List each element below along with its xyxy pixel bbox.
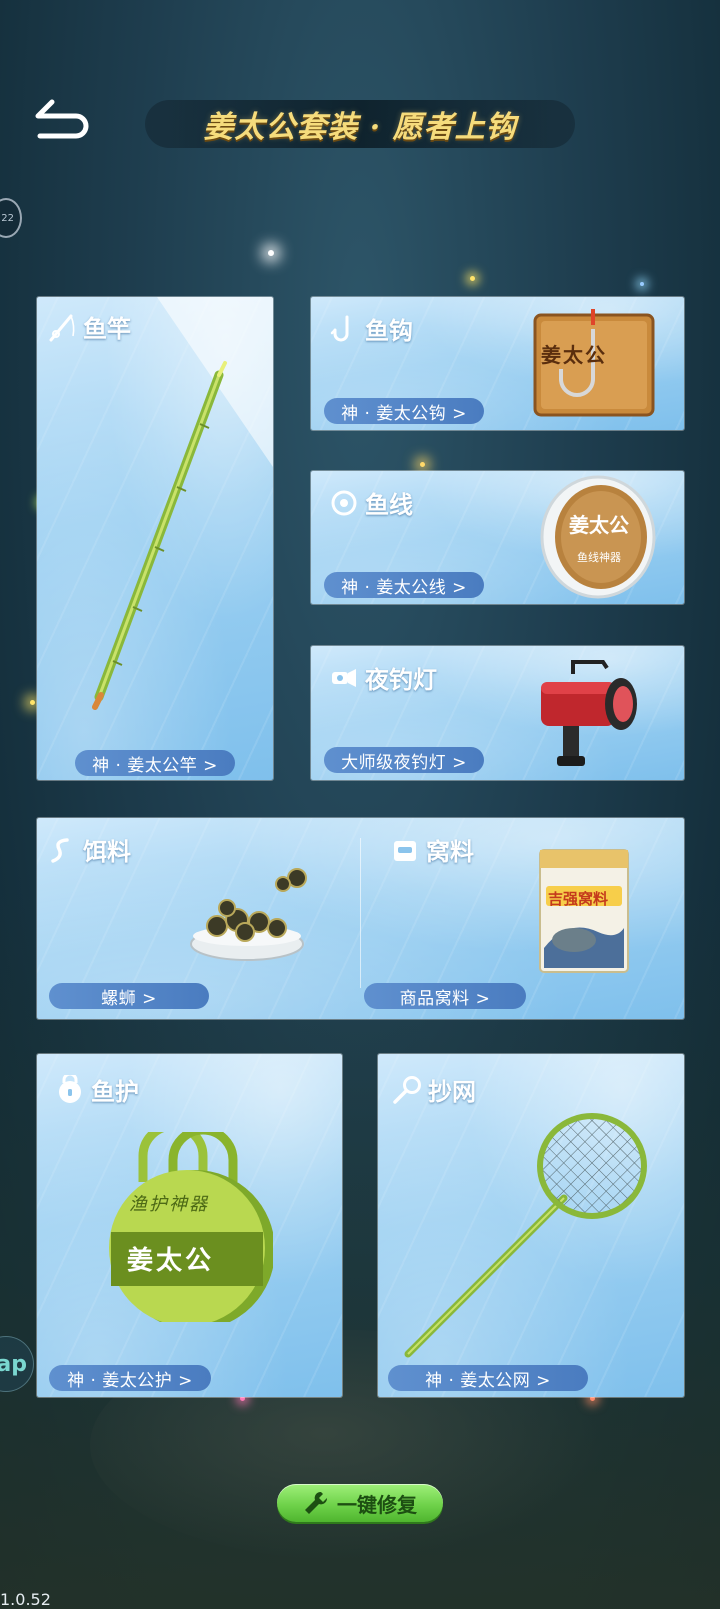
card-bait-header: 饵料 — [47, 832, 131, 867]
wrench-icon — [305, 1491, 328, 1514]
line-spool-subtext: 鱼线神器 — [577, 551, 621, 564]
repair-button-label: 一键修复 — [337, 1492, 417, 1517]
card-bait[interactable]: 饵料 螺蛳 > — [37, 818, 360, 1019]
sparkle — [420, 462, 425, 467]
version-label: 1.0.52 — [0, 1590, 51, 1609]
landing-net-icon — [393, 1075, 421, 1104]
line-spool-text: 姜太公 — [569, 513, 629, 537]
keepnet-bag-image: 渔护神器 姜太公 — [103, 1121, 275, 1330]
rod-item-button[interactable]: 神 · 姜太公竿 > — [75, 750, 235, 776]
fishing-line-spool-icon — [331, 490, 357, 515]
chum-item-button[interactable]: 商品窝料 > — [364, 983, 526, 1009]
chum-bag-image: 吉强窝料 — [538, 848, 630, 974]
card-hook-header: 鱼钩 — [329, 311, 413, 346]
hook-box-text: 姜太公 — [541, 343, 607, 367]
title-banner: 姜太公套装 · 愿者上钩 — [145, 100, 575, 148]
landing-net-image — [394, 1106, 654, 1366]
card-keepnet-label: 鱼护 — [91, 1078, 139, 1106]
lamp-image — [533, 656, 643, 774]
floating-assistant-text: ap — [0, 1351, 27, 1377]
page-title: 姜太公套装 · 愿者上钩 — [203, 110, 517, 145]
card-lamp-header: 夜钓灯 — [329, 660, 437, 695]
card-line[interactable]: 鱼线 姜太公 鱼线神器 神 · 姜太公线 > — [311, 471, 684, 604]
lamp-item-button[interactable]: 大师级夜钓灯 > — [324, 747, 484, 773]
card-line-header: 鱼线 — [329, 485, 413, 520]
line-item-button[interactable]: 神 · 姜太公线 > — [324, 572, 484, 598]
hook-item-button[interactable]: 神 · 姜太公钩 > — [324, 398, 484, 424]
card-landingnet[interactable]: 抄网 神 · 姜太公网 > — [378, 1054, 684, 1397]
card-chum[interactable]: 窝料 吉强窝料 商品窝料 > — [360, 818, 684, 1019]
card-lamp[interactable]: 夜钓灯 大师级夜钓灯 > — [311, 646, 684, 780]
sparkle — [30, 700, 35, 705]
keepnet-bag-text: 渔护神器 — [129, 1194, 209, 1215]
bait-item-button[interactable]: 螺蛳 > — [49, 983, 209, 1009]
card-rod[interactable]: 鱼竿 神 · 姜太公竿 > — [37, 297, 273, 780]
card-bait-chum: 饵料 螺蛳 > 窝料 吉强窝料 商品窝料 > — [37, 818, 684, 1019]
rod-image — [37, 297, 273, 780]
card-line-label: 鱼线 — [365, 491, 413, 519]
sparkle — [268, 250, 274, 256]
card-landingnet-header: 抄网 — [392, 1072, 476, 1107]
sparkle — [470, 276, 475, 281]
line-spool-image: 姜太公 鱼线神器 — [539, 475, 657, 599]
back-button[interactable] — [32, 96, 92, 140]
chum-bag-text: 吉强窝料 — [548, 890, 609, 908]
card-keepnet[interactable]: 鱼护 渔护神器 姜太公 神 · 姜太公护 > — [37, 1054, 342, 1397]
card-keepnet-header: 鱼护 — [55, 1072, 139, 1107]
back-arrow-icon — [35, 99, 89, 139]
keepnet-item-button[interactable]: 神 · 姜太公护 > — [49, 1365, 211, 1391]
fish-hook-icon — [330, 315, 349, 341]
card-hook[interactable]: 鱼钩 姜太公 神 · 姜太公钩 > — [311, 297, 684, 430]
side-badge-text: 22 — [1, 212, 14, 224]
card-landingnet-label: 抄网 — [428, 1078, 476, 1106]
card-hook-label: 鱼钩 — [365, 317, 413, 345]
one-click-repair-button[interactable]: 一键修复 — [277, 1484, 443, 1522]
card-chum-label: 窝料 — [426, 838, 474, 866]
landingnet-item-button[interactable]: 神 · 姜太公网 > — [388, 1365, 588, 1391]
hook-box-image: 姜太公 — [533, 309, 655, 419]
night-lamp-icon — [332, 668, 356, 687]
side-badge[interactable]: 22 — [0, 198, 22, 238]
card-lamp-label: 夜钓灯 — [365, 666, 437, 694]
snail-bowl-image — [187, 858, 317, 968]
sparkle — [640, 282, 644, 286]
bait-worm-icon — [51, 837, 69, 863]
card-chum-header: 窝料 — [390, 832, 474, 867]
keep-net-icon — [59, 1074, 81, 1103]
chum-bag-icon — [394, 840, 416, 861]
keepnet-bag-subtext: 姜太公 — [127, 1246, 215, 1276]
card-bait-label: 饵料 — [83, 838, 131, 866]
